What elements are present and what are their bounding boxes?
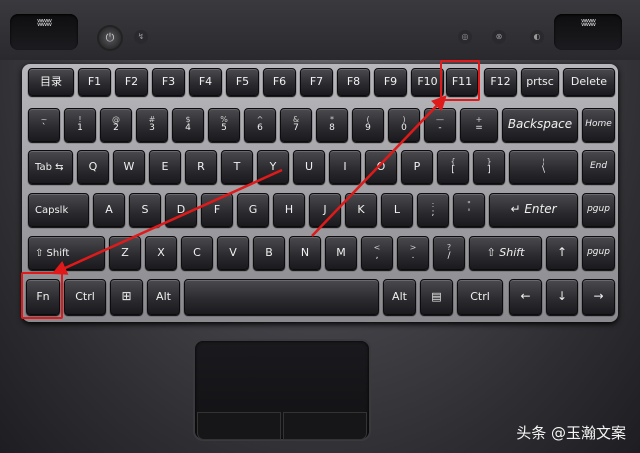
laptop-keyboard-photo: ʬʬʬ ʬʬʬ ⏻ ↯ ◎ ⊗ ◐ 目录 F1 F2 F3 F4 F5 F6 F… — [0, 0, 640, 453]
touchpad-right-button[interactable] — [284, 413, 366, 439]
arrow-to-fn — [51, 168, 283, 275]
arrow-to-f11 — [311, 95, 447, 237]
watermark: 头条 @玉瀚文案 — [516, 424, 626, 442]
touchpad-left-button[interactable] — [198, 413, 280, 439]
